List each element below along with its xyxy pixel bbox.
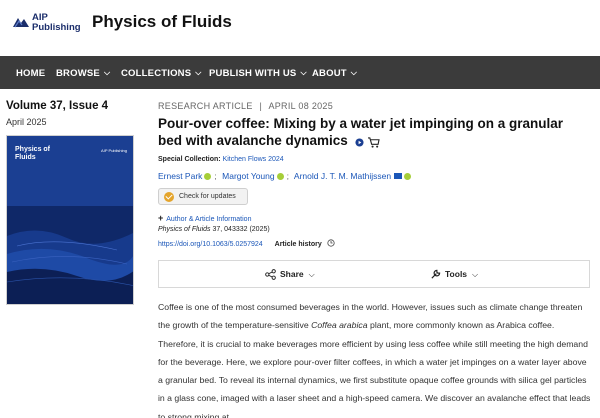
nav-home[interactable]: HOME — [16, 56, 45, 89]
author-link[interactable]: Arnold J. T. M. Mathijssen — [294, 171, 391, 181]
citation-details: 37, 043332 (2025) — [210, 226, 270, 233]
author-link[interactable]: Margot Young — [222, 171, 274, 181]
cover-artwork — [7, 206, 133, 304]
nav-collections-label: COLLECTIONS — [121, 68, 192, 79]
abstract-part-2: plant, more commonly known as Arabica co… — [158, 320, 591, 418]
chevron-down-icon: ⌵ — [472, 270, 479, 279]
history-clock-icon — [327, 239, 335, 247]
open-access-icon[interactable] — [355, 138, 364, 147]
author-separator: ; — [214, 171, 217, 181]
share-button[interactable]: Share ⌵ — [265, 261, 315, 287]
orcid-icon[interactable] — [276, 173, 284, 180]
author-separator: ; — [286, 171, 289, 181]
article-history-label: Article history — [274, 241, 322, 248]
check-for-updates-button[interactable]: Check for updates — [158, 188, 248, 205]
nav-about[interactable]: ABOUT ⌵ — [312, 56, 357, 89]
meta-separator: | — [259, 101, 263, 111]
citation-journal: Physics of Fluids — [158, 226, 211, 233]
share-label: Share — [280, 269, 304, 279]
special-collection: Special Collection: Kitchen Flows 2024 — [158, 156, 284, 163]
issue-date: April 2025 — [6, 117, 47, 127]
chevron-down-icon: ⌵ — [308, 270, 315, 279]
citation: Physics of Fluids 37, 043332 (2025) — [158, 226, 270, 233]
tools-button[interactable]: Tools ⌵ — [430, 261, 478, 287]
issue-cover-image[interactable]: Physics of Fluids AIP Publishing — [6, 135, 134, 305]
aip-logo-icon — [13, 18, 29, 28]
site-header: AIP Publishing Physics of Fluids — [0, 0, 600, 56]
cover-title: Physics of Fluids — [15, 146, 51, 161]
doi-row: https://doi.org/10.1063/5.0257924 Articl… — [158, 239, 335, 248]
nav-browse[interactable]: BROWSE ⌵ — [56, 56, 110, 89]
chevron-down-icon: ⌵ — [195, 68, 202, 77]
wrench-icon — [431, 270, 441, 279]
article-meta: RESEARCH ARTICLE | APRIL 08 2025 — [158, 101, 333, 111]
logo-line-2: Publishing — [32, 22, 81, 33]
share-icon — [265, 269, 276, 281]
chevron-down-icon: ⌵ — [350, 68, 358, 77]
author-article-info-toggle[interactable]: + Author & Article Information — [158, 213, 251, 223]
orcid-icon[interactable] — [204, 173, 212, 180]
chevron-down-icon: ⌵ — [300, 68, 307, 77]
chevron-down-icon: ⌵ — [103, 68, 111, 77]
tools-label: Tools — [445, 269, 468, 279]
article-history-toggle[interactable]: Article history — [274, 239, 335, 248]
aip-publishing-logo[interactable]: AIP Publishing — [12, 13, 82, 37]
nav-about-label: ABOUT — [312, 68, 347, 79]
check-updates-icon — [164, 192, 174, 202]
abstract-text: Coffee is one of the most consumed bever… — [158, 298, 592, 418]
author-article-info-label: Author & Article Information — [166, 216, 252, 223]
shopping-cart-icon[interactable] — [367, 137, 381, 148]
author-link[interactable]: Ernest Park — [158, 171, 202, 181]
nav-publish-with-us[interactable]: PUBLISH WITH US ⌵ — [209, 56, 307, 89]
nav-home-label: HOME — [16, 68, 46, 79]
special-collection-link[interactable]: Kitchen Flows 2024 — [223, 156, 284, 163]
article-date: APRIL 08 2025 — [268, 101, 334, 111]
issue-volume[interactable]: Volume 37, Issue 4 — [6, 100, 108, 112]
expand-plus-icon: + — [158, 213, 164, 223]
article-title: Pour-over coffee: Mixing by a water jet … — [158, 115, 578, 150]
check-updates-label: Check for updates — [179, 193, 236, 200]
email-icon[interactable] — [394, 173, 403, 179]
journal-title[interactable]: Physics of Fluids — [92, 12, 232, 32]
nav-publish-label: PUBLISH WITH US — [209, 68, 297, 79]
doi-link[interactable]: https://doi.org/10.1063/5.0257924 — [158, 241, 263, 248]
nav-browse-label: BROWSE — [56, 68, 100, 79]
main-nav: HOME BROWSE ⌵ COLLECTIONS ⌵ PUBLISH WITH U… — [0, 56, 600, 89]
article-type: RESEARCH ARTICLE — [158, 101, 253, 111]
nav-collections[interactable]: COLLECTIONS ⌵ — [121, 56, 202, 89]
special-collection-label: Special Collection: — [158, 156, 221, 163]
abstract-species-name: Coffea arabica — [311, 320, 368, 331]
article-toolbar: Share ⌵ Tools ⌵ — [158, 260, 590, 288]
author-list: Ernest Park; Margot Young; Arnold J. T. … — [158, 171, 412, 181]
cover-logo: AIP Publishing — [101, 148, 127, 153]
orcid-icon[interactable] — [404, 173, 412, 180]
